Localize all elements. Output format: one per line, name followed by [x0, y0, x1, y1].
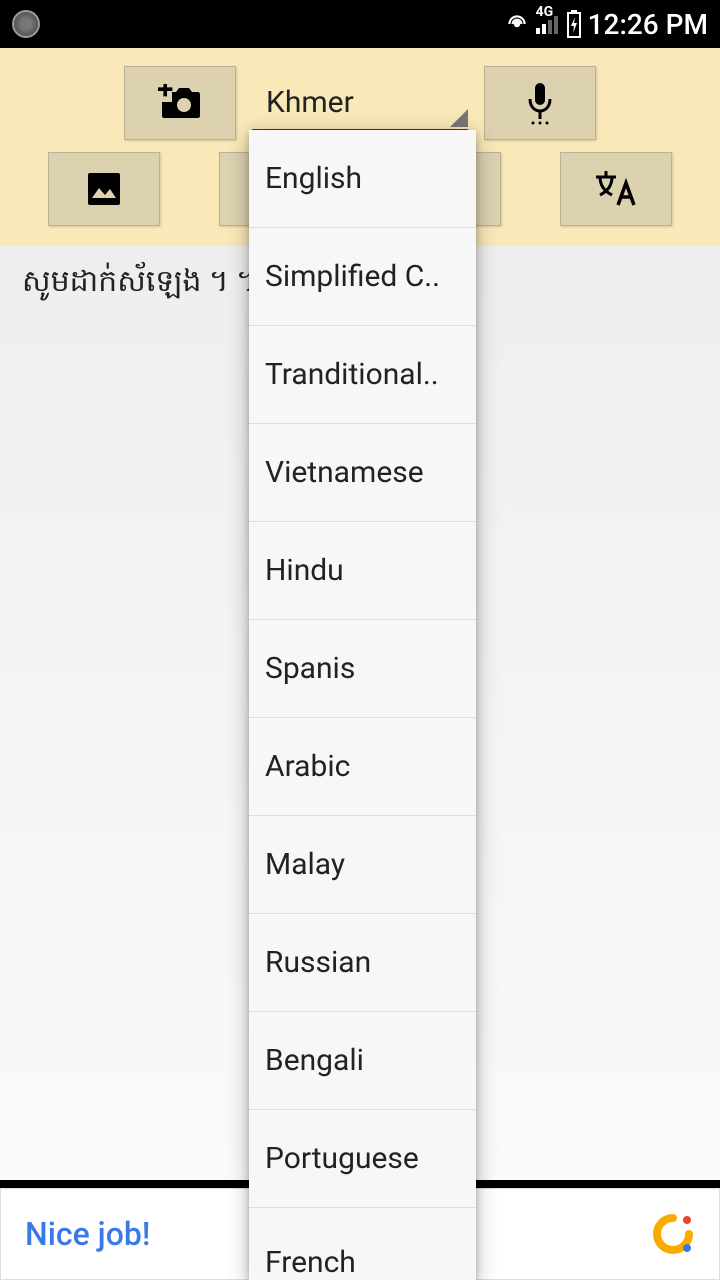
- ad-headline: Nice job!: [25, 1215, 150, 1253]
- dropdown-item-spanish[interactable]: Spanis: [249, 620, 476, 718]
- dropdown-item-hindu[interactable]: Hindu: [249, 522, 476, 620]
- dropdown-item-english[interactable]: English: [249, 130, 476, 228]
- status-left: [12, 10, 40, 38]
- camera-add-icon: [158, 84, 202, 122]
- language-spinner[interactable]: Khmer: [252, 75, 468, 131]
- admob-logo-icon: [651, 1212, 695, 1256]
- microphone-button[interactable]: [484, 66, 596, 140]
- microphone-icon: [525, 81, 555, 125]
- dropdown-item-vietnamese[interactable]: Vietnamese: [249, 424, 476, 522]
- image-icon: [85, 170, 123, 208]
- dropdown-item-malay[interactable]: Malay: [249, 816, 476, 914]
- status-right: 4G 12:26 PM: [504, 8, 708, 41]
- dropdown-item-arabic[interactable]: Arabic: [249, 718, 476, 816]
- dropdown-item-bengali[interactable]: Bengali: [249, 1012, 476, 1110]
- camera-button[interactable]: [124, 66, 236, 140]
- network-4g-icon: 4G: [536, 14, 560, 34]
- dropdown-item-portuguese[interactable]: Portuguese: [249, 1110, 476, 1208]
- hotspot-icon: [504, 11, 530, 37]
- translate-icon: [594, 169, 638, 209]
- dropdown-item-french[interactable]: French: [249, 1208, 476, 1280]
- image-button[interactable]: [48, 152, 160, 226]
- dropdown-arrow-icon: [450, 109, 468, 127]
- dropdown-item-simplified-chinese[interactable]: Simplified C..: [249, 228, 476, 326]
- selected-language-label: Khmer: [266, 85, 354, 120]
- content-text: សូមដាក់ស័ឡេង ។ ។: [22, 264, 256, 299]
- battery-charging-icon: [566, 10, 582, 38]
- dropdown-item-traditional-chinese[interactable]: Tranditional..: [249, 326, 476, 424]
- translate-button[interactable]: [560, 152, 672, 226]
- status-bar: 4G 12:26 PM: [0, 0, 720, 48]
- status-time: 12:26 PM: [588, 8, 708, 41]
- language-dropdown: English Simplified C.. Tranditional.. Vi…: [249, 130, 476, 1280]
- dropdown-item-russian[interactable]: Russian: [249, 914, 476, 1012]
- loading-spinner-icon: [12, 10, 40, 38]
